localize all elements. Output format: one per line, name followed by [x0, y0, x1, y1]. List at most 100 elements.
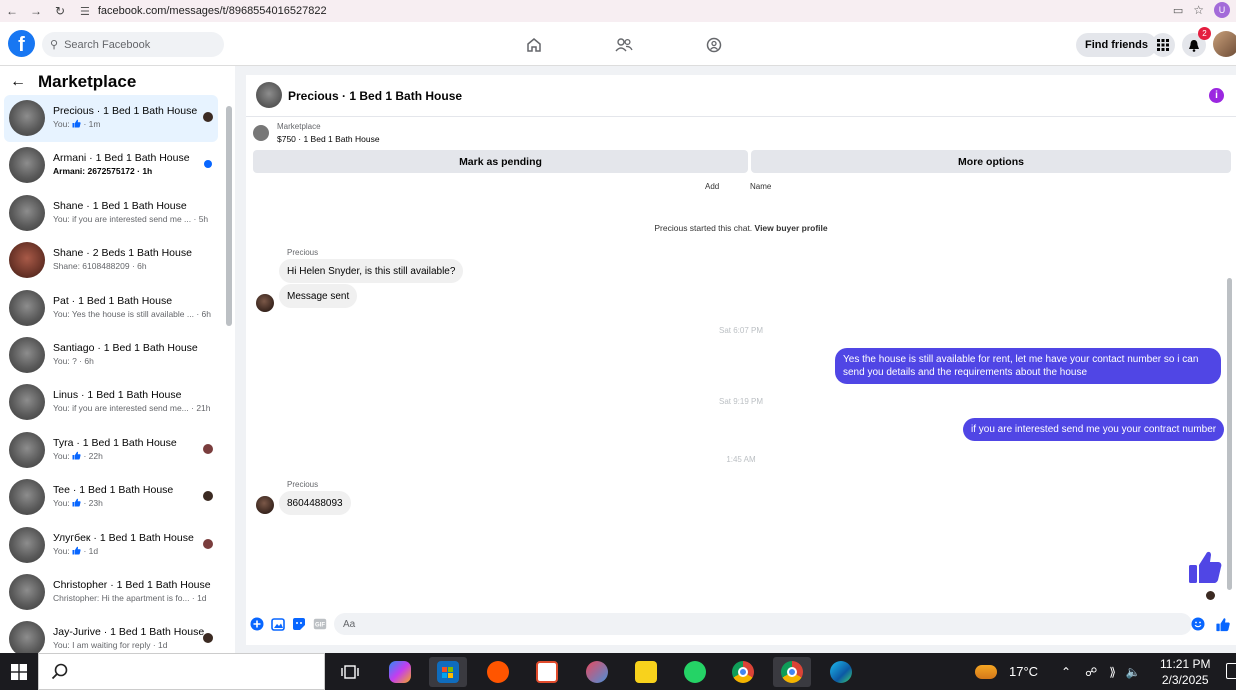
- read-receipt-avatar: [203, 443, 213, 454]
- pdf-app-icon[interactable]: [528, 657, 566, 687]
- listing-thumbnail: [9, 100, 45, 136]
- notification-center-icon[interactable]: [1226, 663, 1236, 679]
- emoji-icon[interactable]: [1191, 617, 1205, 631]
- find-friends-button[interactable]: Find friends: [1076, 33, 1157, 57]
- add-label[interactable]: Add: [705, 182, 719, 191]
- snipping-app-icon[interactable]: [578, 657, 616, 687]
- account-avatar[interactable]: [1213, 31, 1236, 57]
- system-clock[interactable]: 11:21 PM 2/3/2025: [1160, 656, 1210, 688]
- reload-icon[interactable]: ↻: [48, 0, 72, 22]
- soundcloud-icon[interactable]: [479, 657, 517, 687]
- preview-text: You:: [53, 545, 73, 556]
- scrollbar-thumb[interactable]: [226, 106, 232, 326]
- chat-header: Precious · 1 Bed 1 Bath House i: [246, 75, 1236, 117]
- conversation-item[interactable]: Tyra · 1 Bed 1 Bath House You: · 22h: [4, 427, 218, 474]
- conversation-preview: You: · 22h: [53, 451, 103, 461]
- timestamp: 1:45 AM: [726, 455, 756, 464]
- friends-icon[interactable]: [610, 34, 638, 56]
- chrome-icon[interactable]: [724, 657, 762, 687]
- chevron-up-icon[interactable]: ⌃: [1061, 665, 1071, 679]
- conversation-name: Christopher · 1 Bed 1 Bath House: [53, 578, 211, 591]
- chrome-profile-icon[interactable]: [773, 657, 811, 687]
- menu-grid-icon[interactable]: [1151, 33, 1175, 57]
- back-arrow-icon[interactable]: ←: [0, 0, 24, 22]
- address-bar[interactable]: ☰ facebook.com/messages/t/89685540165278…: [80, 2, 327, 20]
- search-placeholder: Search Facebook: [64, 38, 151, 51]
- conversation-item[interactable]: Shane · 2 Beds 1 Bath House Shane: 610848…: [4, 237, 218, 284]
- forward-arrow-icon[interactable]: →: [24, 0, 48, 22]
- marketplace-sidebar: ← Marketplace Precious · 1 Bed 1 Bath Ho…: [0, 66, 235, 658]
- conversation-item[interactable]: Precious · 1 Bed 1 Bath House You: · 1m: [4, 95, 218, 143]
- browser-profile-avatar[interactable]: U: [1214, 2, 1230, 18]
- conversation-item[interactable]: Santiago · 1 Bed 1 Bath House You: ? · 6h: [4, 332, 218, 379]
- preview-text: You: if you are interested send me ...: [53, 213, 192, 224]
- chat-title[interactable]: Precious · 1 Bed 1 Bath House: [288, 89, 462, 103]
- started-text: Precious started this chat.: [654, 223, 753, 233]
- weather-widget[interactable]: 17°C: [975, 653, 1038, 690]
- back-arrow-icon[interactable]: ←: [10, 73, 26, 91]
- conversation-item[interactable]: Улугбек · 1 Bed 1 Bath House You: · 1d: [4, 522, 218, 569]
- sticker-icon[interactable]: [292, 617, 306, 631]
- network-icon[interactable]: ☍: [1085, 665, 1097, 679]
- conversation-name: Pat · 1 Bed 1 Bath House: [53, 294, 173, 307]
- home-icon[interactable]: [520, 34, 548, 56]
- mark-as-pending-button[interactable]: Mark as pending: [253, 150, 748, 173]
- conversation-name: Armani · 1 Bed 1 Bath House: [53, 152, 190, 165]
- listing-thumbnail[interactable]: [253, 125, 269, 141]
- wifi-icon[interactable]: ⟫: [1109, 665, 1116, 679]
- gif-icon[interactable]: GIF: [313, 617, 327, 631]
- more-options-button[interactable]: More options: [751, 150, 1231, 173]
- listing-price[interactable]: $750 · 1 Bed 1 Bath House: [277, 134, 380, 144]
- windows-start-icon[interactable]: [0, 653, 38, 690]
- conversation-item[interactable]: Linus · 1 Bed 1 Bath House You: if you ar…: [4, 379, 218, 426]
- sidebar-title: Marketplace: [38, 72, 137, 91]
- taskbar-search[interactable]: [38, 653, 325, 690]
- clock-date: 2/3/2025: [1161, 673, 1209, 687]
- conversation-item[interactable]: Armani · 1 Bed 1 Bath House Armani: 26725…: [4, 142, 218, 189]
- volume-icon[interactable]: 🔈: [1126, 665, 1141, 679]
- whatsapp-icon[interactable]: [676, 657, 714, 687]
- seen-indicator-avatar: [1206, 591, 1215, 600]
- sender-name: Precious: [287, 248, 319, 257]
- groups-icon[interactable]: [700, 34, 728, 56]
- plus-circle-icon[interactable]: [250, 617, 264, 631]
- preview-time: · 22h: [81, 450, 103, 461]
- send-like-icon[interactable]: [1216, 617, 1230, 631]
- chat-avatar[interactable]: [256, 82, 282, 108]
- message-composer: GIF Aa: [246, 610, 1236, 640]
- marketplace-label: Marketplace: [277, 122, 321, 131]
- preview-text: You: I am waiting for reply: [53, 640, 151, 651]
- conversation-preview: You: if you are interested send me ... ·…: [53, 214, 208, 224]
- sticky-notes-icon[interactable]: [627, 657, 665, 687]
- name-label[interactable]: Name: [750, 182, 771, 191]
- conversation-item[interactable]: Pat · 1 Bed 1 Bath House You: Yes the hou…: [4, 285, 218, 332]
- conversation-item[interactable]: Shane · 1 Bed 1 Bath House You: if you ar…: [4, 190, 218, 237]
- sender-avatar[interactable]: [256, 496, 274, 514]
- site-info-icon[interactable]: ☰: [80, 5, 90, 18]
- photo-icon[interactable]: [271, 617, 285, 631]
- chat-scrollbar[interactable]: [1226, 182, 1234, 600]
- info-icon[interactable]: i: [1209, 88, 1224, 103]
- bookmark-star-icon[interactable]: ☆: [1193, 3, 1204, 17]
- preview-time: · 6h: [76, 355, 94, 366]
- conversation-name: Shane · 2 Beds 1 Bath House: [53, 247, 192, 260]
- copilot-icon[interactable]: [381, 657, 419, 687]
- search-input[interactable]: ⚲ Search Facebook: [42, 32, 224, 57]
- facebook-logo-icon[interactable]: f: [8, 30, 35, 57]
- edge-icon[interactable]: [822, 657, 860, 687]
- conversation-item[interactable]: Tee · 1 Bed 1 Bath House You: · 23h: [4, 474, 218, 521]
- scrollbar-thumb[interactable]: [1227, 278, 1232, 590]
- conversation-preview: Armani: 2672575172 · 1h: [53, 166, 152, 176]
- sidebar-scrollbar[interactable]: [224, 96, 234, 652]
- message-input[interactable]: Aa: [334, 613, 1192, 635]
- sender-avatar[interactable]: [256, 294, 274, 312]
- chat-panel: Precious · 1 Bed 1 Bath House i Marketpl…: [246, 75, 1236, 645]
- conversation-item[interactable]: Christopher · 1 Bed 1 Bath House Christop…: [4, 569, 218, 616]
- preview-text: You:: [53, 450, 73, 461]
- listing-thumbnail: [9, 431, 45, 468]
- view-buyer-profile-link[interactable]: View buyer profile: [755, 223, 828, 233]
- task-view-icon[interactable]: [331, 657, 369, 687]
- conversation-list: Precious · 1 Bed 1 Bath House You: · 1m Ar…: [0, 95, 222, 664]
- cast-icon[interactable]: ▭: [1173, 4, 1183, 17]
- microsoft-store-icon[interactable]: [429, 657, 467, 687]
